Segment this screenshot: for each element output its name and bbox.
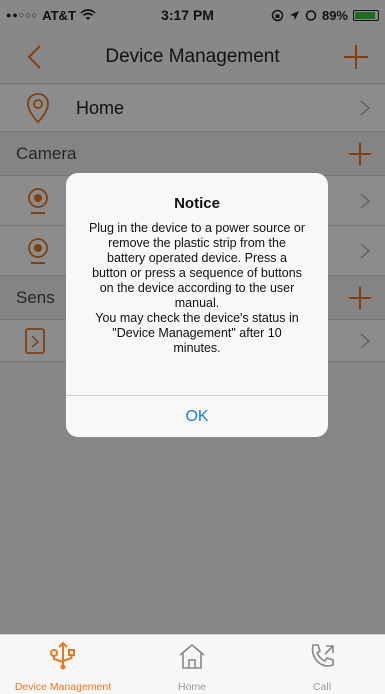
tab-label: Call [312,681,332,693]
dialog-message: Plug in the device to a power source or … [78,221,316,356]
usb-icon [50,641,75,670]
tab-home[interactable]: Home [132,635,252,694]
dialog-message-line: battery operated device. Press a [107,251,287,265]
dialog-message-line: Plug in the device to a power source or [88,221,306,235]
dialog-message-line: on the device according to the user [99,281,295,295]
dialog-message-line: You may check the device's status in [95,311,299,325]
dialog-message-line: "Device Management" after 10 [112,326,282,340]
tab-label: Home [177,681,206,693]
dialog-title: Notice [174,195,220,212]
phone-icon [311,644,334,667]
dialog-message-line: minutes. [173,341,221,355]
home-icon [179,643,205,669]
dialog-message-line: button or press a sequence of buttons [92,266,302,280]
tab-call[interactable]: Call [262,635,382,694]
dialog-message-line: remove the plastic strip from the [108,236,286,250]
app-screen: ●●○○○ AT&T 3:17 PM 89% Device Management… [0,0,385,694]
tab-label: Device Management [14,681,112,693]
tab-device-management[interactable]: Device Management [3,635,123,694]
ok-button[interactable]: OK [66,395,328,437]
tab-bar: Device Management Home Call [0,634,385,694]
dialog-message-line: manual. [174,296,220,310]
notice-dialog: Notice Plug in the device to a power sou… [66,173,328,437]
